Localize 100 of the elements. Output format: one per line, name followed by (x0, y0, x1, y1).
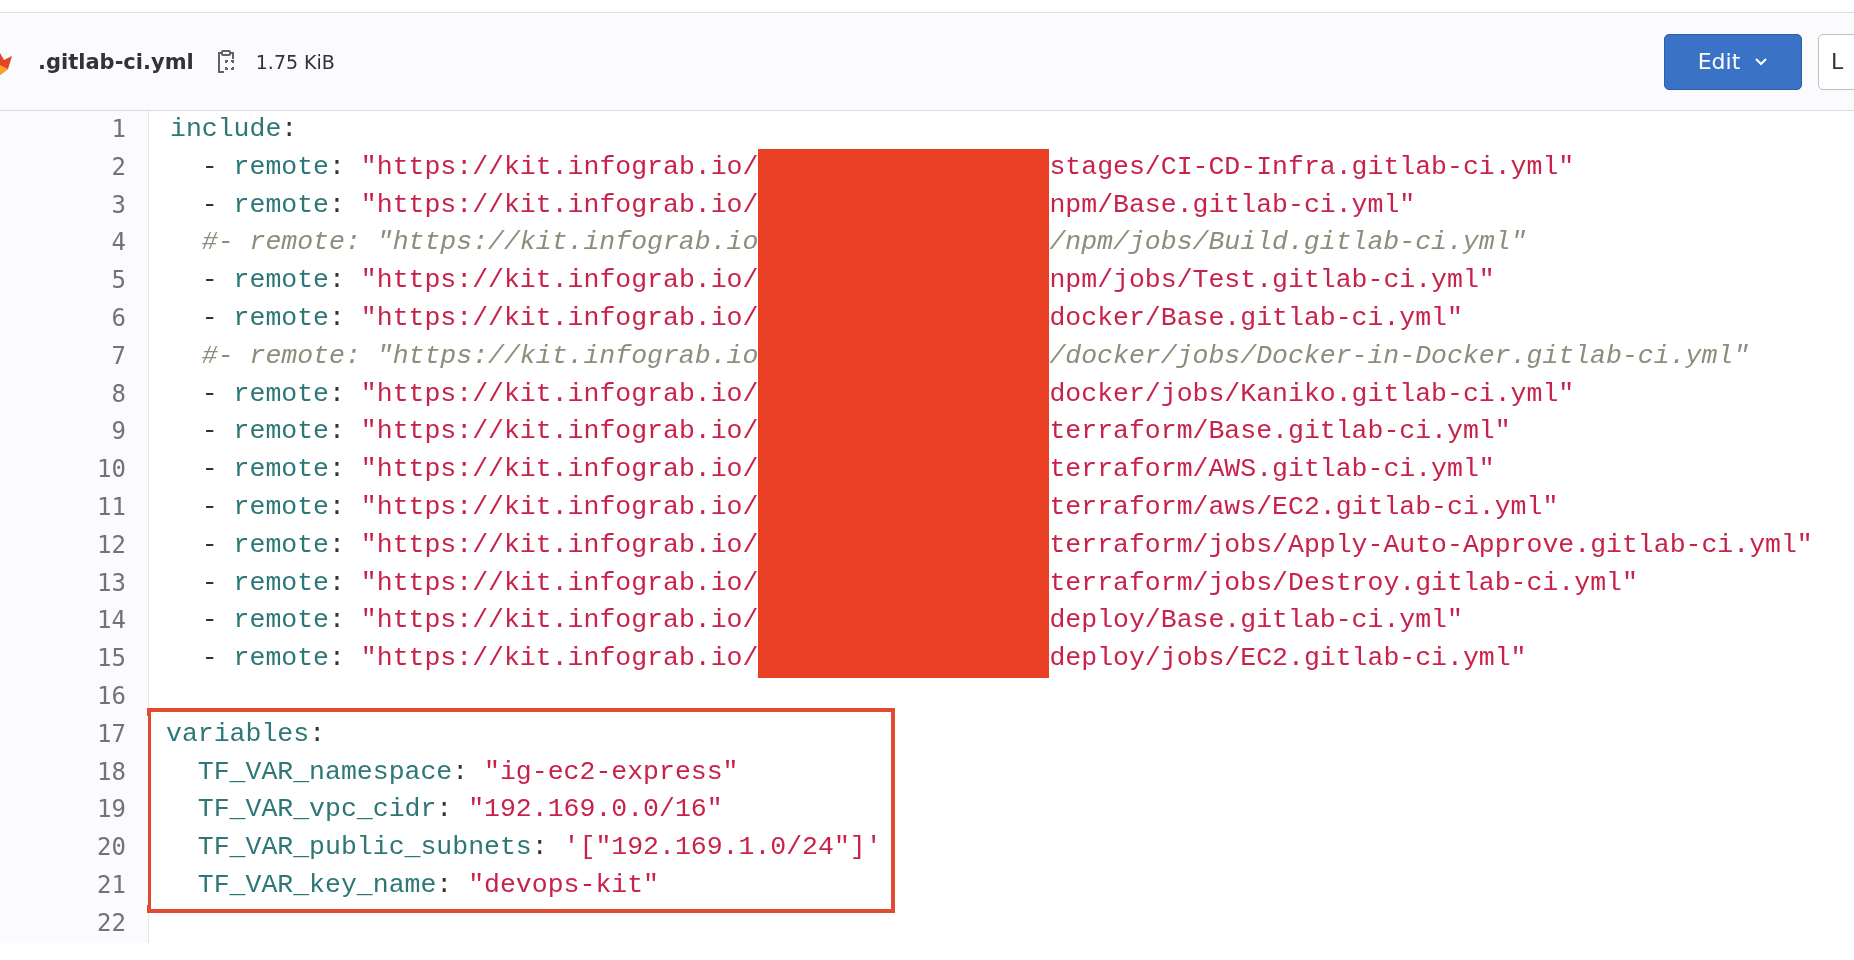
code-text: : (329, 150, 346, 184)
yaml-string: docker/jobs/Kaniko.gitlab-ci.yml" (1049, 377, 1575, 411)
yaml-key: remote (233, 262, 330, 300)
yaml-string: docker/Base.gitlab-ci.yml" (1049, 302, 1463, 335)
yaml-key: TF_VAR_key_name (197, 866, 437, 905)
code-comment: /npm/jobs/Build.gitlab-ci.yml" (1049, 226, 1527, 260)
line-number: 16 (0, 677, 149, 716)
yaml-string: deploy/Base.gitlab-ci.yml" (1049, 604, 1463, 638)
code-text: : (329, 490, 346, 524)
yaml-key: remote (233, 148, 330, 187)
yaml-string: terraform/AWS.gitlab-ci.yml" (1049, 453, 1495, 487)
code-text: : (329, 642, 346, 676)
code-text: - (201, 302, 219, 335)
yaml-string: npm/Base.gitlab-ci.yml" (1049, 188, 1416, 222)
yaml-string: "https://kit.infograb.io/ (360, 188, 759, 222)
yaml-key: remote (233, 526, 330, 565)
yaml-string: "https://kit.infograb.io/ (360, 528, 759, 562)
line-number: 9 (0, 413, 149, 452)
code-text: : (329, 264, 346, 298)
code-text: : (329, 302, 346, 335)
code-text: : (329, 604, 346, 638)
line-number: 14 (0, 602, 149, 641)
code-text: : (329, 453, 346, 487)
yaml-key: TF_VAR_public_subnets (197, 829, 532, 867)
code-comment: #- remote: "https://kit.infograb.io (201, 339, 759, 373)
yaml-string: '["192.169.1.0/24"]' (563, 831, 882, 865)
code-text: : (329, 377, 346, 411)
yaml-key: remote (233, 488, 330, 527)
yaml-string: "https://kit.infograb.io/ (360, 490, 759, 524)
yaml-string: "https://kit.infograb.io/ (360, 566, 759, 600)
yaml-string: "https://kit.infograb.io/ (360, 415, 759, 449)
code-text: : (436, 868, 454, 902)
code-text: : (329, 566, 346, 600)
toolbar-button[interactable]: L (1818, 33, 1854, 90)
line-number: 11 (0, 488, 149, 527)
code-text: : (531, 831, 549, 865)
yaml-string: deploy/jobs/EC2.gitlab-ci.yml" (1049, 642, 1527, 676)
line-number: 5 (0, 262, 149, 300)
yaml-key: include (170, 111, 282, 149)
code-text: - (201, 188, 219, 222)
line-number: 17 (0, 715, 148, 754)
line-number: 1 (0, 111, 149, 149)
yaml-string: "devops-kit" (468, 868, 659, 902)
code-text: - (201, 490, 219, 524)
yaml-string: "https://kit.infograb.io/ (360, 604, 759, 638)
copy-icon[interactable] (215, 48, 236, 75)
yaml-string: "192.169.0.0/16" (468, 793, 723, 827)
yaml-key: remote (233, 300, 330, 338)
yaml-string: "https://kit.infograb.io/ (360, 642, 759, 676)
code-text: - (201, 604, 219, 638)
line-number: 4 (0, 224, 149, 263)
code-text: - (201, 264, 219, 298)
yaml-string: "https://kit.infograb.io/ (360, 302, 759, 335)
line-number: 22 (0, 904, 149, 943)
yaml-key: remote (233, 602, 330, 641)
code-text: : (329, 415, 346, 449)
code-text: - (201, 377, 219, 411)
code-text: - (201, 415, 219, 449)
code-text: : (329, 528, 346, 562)
line-number: 18 (0, 753, 148, 792)
line-number: 8 (0, 375, 149, 414)
yaml-string: "https://kit.infograb.io/ (360, 453, 759, 487)
yaml-string: terraform/jobs/Apply-Auto-Approve.gitlab-ci.yml" (1049, 528, 1813, 562)
yaml-key: remote (233, 451, 330, 489)
code-comment: /docker/jobs/Docker-in-Docker.gitlab-ci.yml" (1049, 339, 1750, 373)
line-number: 19 (0, 791, 148, 830)
line-number: 7 (0, 337, 149, 376)
code-text: : (329, 188, 346, 222)
edit-button[interactable]: Edit (1664, 33, 1802, 90)
line-number: 20 (0, 829, 148, 867)
code-text: - (201, 566, 219, 600)
file-size: 1.75 KiB (255, 50, 335, 73)
line-number: 13 (0, 564, 149, 603)
code-comment: #- remote: "https://kit.infograb.io (201, 226, 759, 260)
yaml-string: "https://kit.infograb.io/ (360, 264, 759, 298)
yaml-string: stages/CI-CD-Infra.gitlab-ci.yml" (1049, 150, 1575, 184)
yaml-string: "https://kit.infograb.io/ (360, 377, 759, 411)
yaml-string: terraform/aws/EC2.gitlab-ci.yml" (1049, 490, 1559, 524)
yaml-string: terraform/Base.gitlab-ci.yml" (1049, 415, 1511, 449)
line-number: 10 (0, 451, 149, 489)
yaml-key: remote (233, 564, 330, 603)
yaml-string: terraform/jobs/Destroy.gitlab-ci.yml" (1049, 566, 1638, 600)
code-text: - (201, 150, 219, 184)
code-text: - (201, 642, 219, 676)
line-number: 3 (0, 186, 149, 225)
code-text: - (201, 528, 219, 562)
code-text: : (309, 717, 326, 751)
file-name: .gitlab-ci.yml (38, 49, 194, 74)
line-number: 12 (0, 526, 149, 565)
yaml-key: remote (233, 186, 330, 225)
line-number: 2 (0, 148, 149, 187)
line-number: 6 (0, 300, 149, 338)
yaml-key: variables (166, 715, 310, 754)
yaml-key: remote (233, 413, 330, 452)
code-text: - (201, 453, 219, 487)
yaml-key: TF_VAR_vpc_cidr (197, 791, 437, 830)
yaml-key: remote (233, 640, 330, 678)
yaml-string: "ig-ec2-express" (484, 755, 739, 789)
code-text: : (281, 113, 298, 146)
code-text: : (436, 793, 454, 827)
